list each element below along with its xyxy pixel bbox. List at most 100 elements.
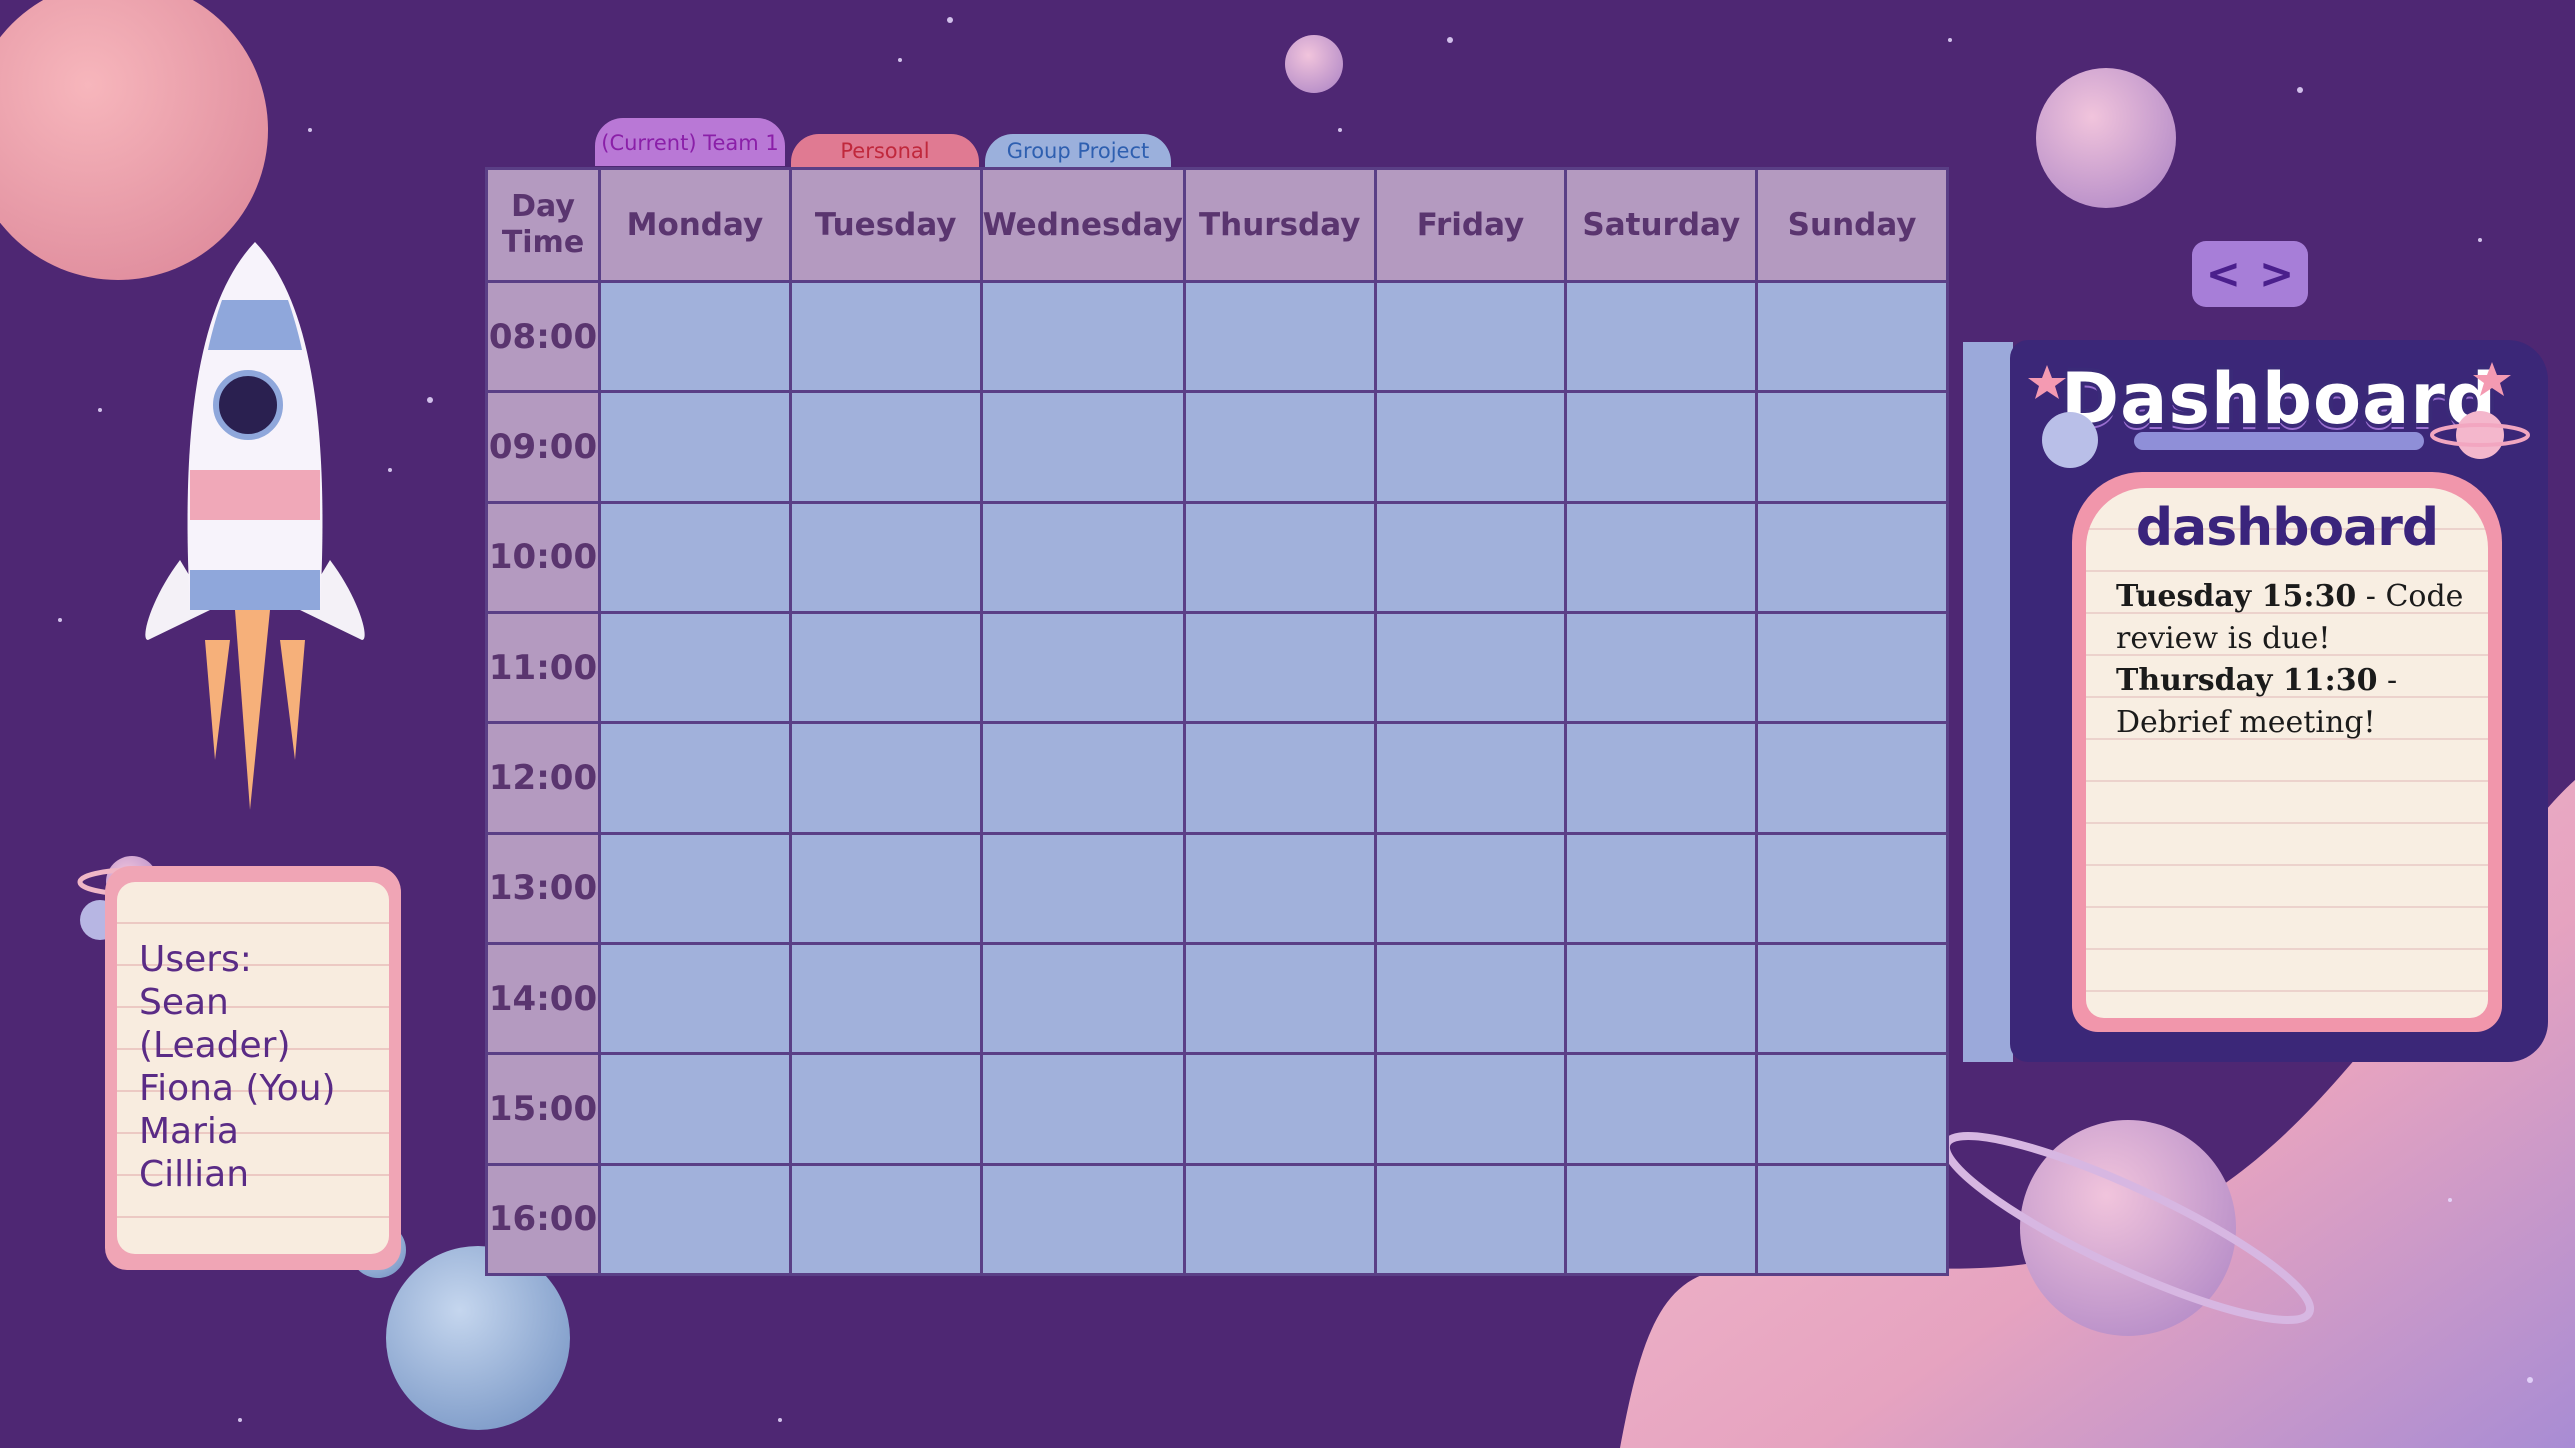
time-slot-friday[interactable]	[1376, 1165, 1565, 1273]
small-planet-icon	[1285, 35, 1343, 93]
time-slot-saturday[interactable]	[1567, 834, 1756, 942]
user-item[interactable]: Fiona (You)	[139, 1067, 389, 1110]
time-slot-friday[interactable]	[1376, 503, 1565, 611]
time-slot-thursday[interactable]	[1185, 834, 1374, 942]
dashboard-note-frame: dashboard Tuesday 15:30 - Code review is…	[2072, 472, 2502, 1032]
time-label: 09:00	[488, 393, 598, 501]
time-slot-monday[interactable]	[601, 834, 789, 942]
time-slot-wednesday[interactable]	[982, 945, 1183, 1053]
day-header-wednesday: Wednesday	[982, 170, 1183, 280]
time-slot-sunday[interactable]	[1758, 1055, 1946, 1163]
time-slot-saturday[interactable]	[1567, 1165, 1756, 1273]
users-title: Users:	[139, 939, 252, 980]
time-slot-saturday[interactable]	[1567, 283, 1756, 391]
time-slot-sunday[interactable]	[1758, 834, 1946, 942]
time-slot-sunday[interactable]	[1758, 393, 1946, 501]
time-slot-monday[interactable]	[601, 283, 789, 391]
time-slot-wednesday[interactable]	[982, 614, 1183, 722]
time-slot-tuesday[interactable]	[791, 614, 980, 722]
users-card: Users: Sean (Leader) Fiona (You) Maria C…	[105, 866, 401, 1270]
time-slot-friday[interactable]	[1376, 945, 1565, 1053]
tab-team-1[interactable]: (Current) Team 1	[595, 118, 785, 166]
dashboard-note[interactable]: Tuesday 15:30 - Code review is due!	[2116, 576, 2486, 660]
time-slot-wednesday[interactable]	[982, 724, 1183, 832]
time-slot-saturday[interactable]	[1567, 503, 1756, 611]
tab-personal[interactable]: Personal	[791, 134, 979, 168]
dashboard-subtitle: dashboard	[2135, 498, 2439, 558]
time-slot-tuesday[interactable]	[791, 1055, 980, 1163]
user-item[interactable]: Cillian	[139, 1153, 389, 1196]
time-slot-saturday[interactable]	[1567, 614, 1756, 722]
time-slot-monday[interactable]	[601, 724, 789, 832]
tab-group-project[interactable]: Group Project	[985, 134, 1171, 168]
time-label: 15:00	[488, 1055, 598, 1163]
time-slot-monday[interactable]	[601, 1055, 789, 1163]
time-slot-tuesday[interactable]	[791, 503, 980, 611]
time-slot-saturday[interactable]	[1567, 393, 1756, 501]
time-slot-monday[interactable]	[601, 503, 789, 611]
time-slot-monday[interactable]	[601, 614, 789, 722]
time-slot-saturday[interactable]	[1567, 945, 1756, 1053]
day-time-header: Day Time	[488, 170, 598, 280]
time-slot-thursday[interactable]	[1185, 614, 1374, 722]
time-slot-sunday[interactable]	[1758, 945, 1946, 1053]
time-slot-saturday[interactable]	[1567, 1055, 1756, 1163]
time-slot-friday[interactable]	[1376, 283, 1565, 391]
time-slot-monday[interactable]	[601, 1165, 789, 1273]
time-slot-thursday[interactable]	[1185, 945, 1374, 1053]
corner-day-label: Day	[511, 189, 575, 224]
next-week-button[interactable]: >	[2259, 253, 2294, 295]
time-slot-thursday[interactable]	[1185, 1165, 1374, 1273]
time-slot-sunday[interactable]	[1758, 724, 1946, 832]
time-slot-tuesday[interactable]	[791, 283, 980, 391]
day-header-monday: Monday	[601, 170, 789, 280]
time-slot-thursday[interactable]	[1185, 283, 1374, 391]
time-label: 08:00	[488, 283, 598, 391]
time-slot-sunday[interactable]	[1758, 614, 1946, 722]
time-slot-thursday[interactable]	[1185, 393, 1374, 501]
time-slot-wednesday[interactable]	[982, 1055, 1183, 1163]
time-slot-tuesday[interactable]	[791, 724, 980, 832]
corner-time-label: Time	[501, 225, 585, 260]
time-slot-thursday[interactable]	[1185, 1055, 1374, 1163]
time-slot-tuesday[interactable]	[791, 393, 980, 501]
time-slot-wednesday[interactable]	[982, 503, 1183, 611]
time-slot-tuesday[interactable]	[791, 834, 980, 942]
time-label: 12:00	[488, 724, 598, 832]
users-list: Users: Sean (Leader) Fiona (You) Maria C…	[139, 938, 389, 1196]
time-slot-friday[interactable]	[1376, 724, 1565, 832]
time-slot-sunday[interactable]	[1758, 283, 1946, 391]
time-slot-tuesday[interactable]	[791, 945, 980, 1053]
time-slot-monday[interactable]	[601, 393, 789, 501]
time-slot-thursday[interactable]	[1185, 503, 1374, 611]
time-label: 11:00	[488, 614, 598, 722]
dashboard-side-strip	[1963, 342, 2013, 1062]
time-slot-wednesday[interactable]	[982, 283, 1183, 391]
user-item[interactable]: Sean (Leader)	[139, 981, 389, 1067]
time-slot-sunday[interactable]	[1758, 503, 1946, 611]
time-slot-friday[interactable]	[1376, 834, 1565, 942]
timetable-grid: Day Time Monday Tuesday Wednesday Thursday F…	[485, 167, 1949, 1276]
time-slot-friday[interactable]	[1376, 1055, 1565, 1163]
time-slot-wednesday[interactable]	[982, 393, 1183, 501]
time-slot-tuesday[interactable]	[791, 1165, 980, 1273]
time-slot-monday[interactable]	[601, 945, 789, 1053]
dashboard-note-paper: dashboard Tuesday 15:30 - Code review is…	[2086, 488, 2488, 1018]
time-slot-thursday[interactable]	[1185, 724, 1374, 832]
user-item[interactable]: Maria	[139, 1110, 389, 1153]
dashboard-panel: Dashboard dashboard Tuesday 15:30 - Code…	[2010, 340, 2548, 1062]
day-header-sunday: Sunday	[1758, 170, 1946, 280]
previous-week-button[interactable]: <	[2206, 253, 2241, 295]
rocket-icon	[145, 242, 365, 810]
time-slot-friday[interactable]	[1376, 614, 1565, 722]
star-icon	[2028, 365, 2066, 399]
dashboard-note[interactable]: Thursday 11:30 - Debrief meeting!	[2116, 660, 2486, 744]
time-slot-wednesday[interactable]	[982, 834, 1183, 942]
time-label: 14:00	[488, 945, 598, 1053]
time-slot-wednesday[interactable]	[982, 1165, 1183, 1273]
time-slot-friday[interactable]	[1376, 393, 1565, 501]
blue-pink-planet-icon	[2036, 68, 2176, 208]
time-slot-sunday[interactable]	[1758, 1165, 1946, 1273]
note-time: Thursday 11:30	[2116, 663, 2378, 698]
time-slot-saturday[interactable]	[1567, 724, 1756, 832]
